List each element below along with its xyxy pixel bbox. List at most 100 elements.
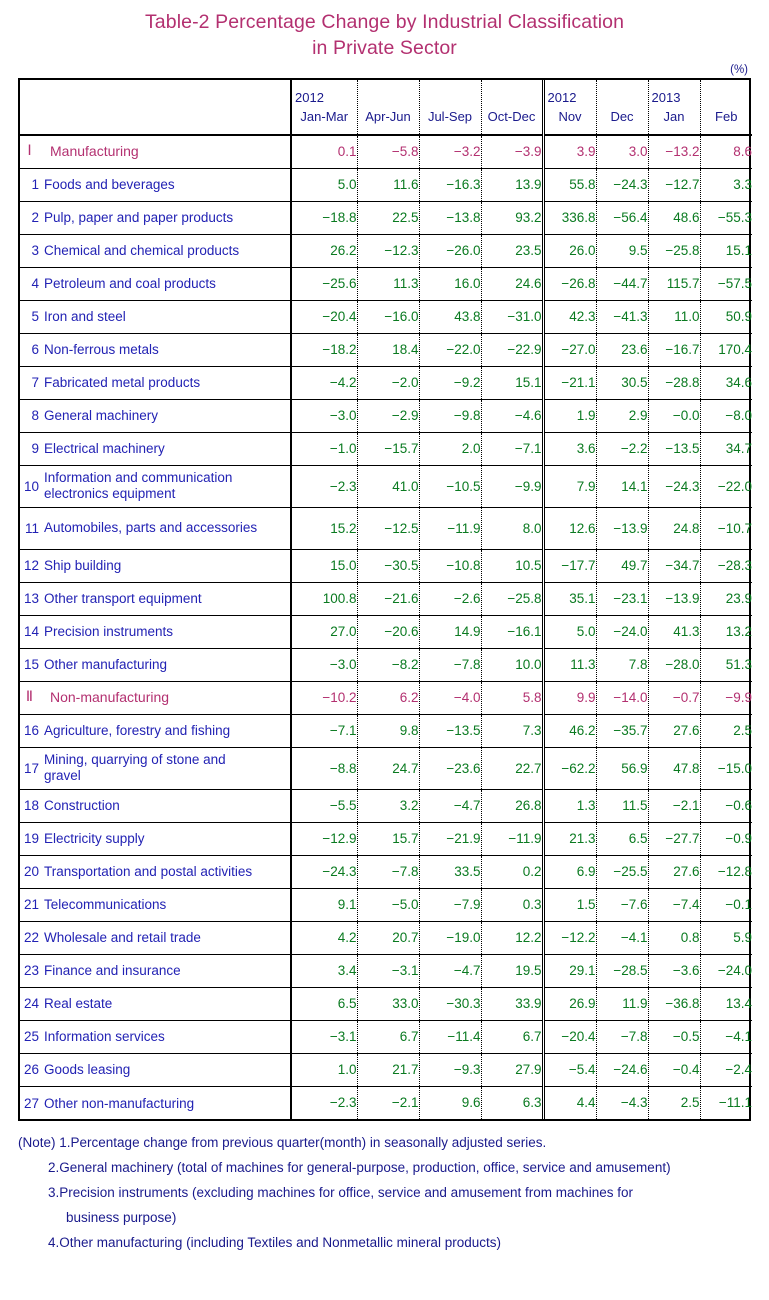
row-number: 10 bbox=[23, 478, 39, 494]
value-cell: 6.7 bbox=[356, 1019, 419, 1053]
value-cell: −11.1 bbox=[699, 1085, 752, 1119]
value-cell: −2.1 bbox=[647, 788, 700, 822]
value-cell: −0.1 bbox=[699, 887, 752, 921]
note-line: 4.Other manufacturing (including Textile… bbox=[48, 1235, 501, 1250]
value-cell: 3.6 bbox=[541, 431, 596, 465]
row-label-text: Goods leasing bbox=[44, 1062, 131, 1078]
value-cell: −13.5 bbox=[647, 431, 700, 465]
row-number: 13 bbox=[23, 591, 39, 607]
value-cell: −23.6 bbox=[418, 746, 481, 789]
table-row: 11 Automobiles, parts and accessories 15.2… bbox=[20, 506, 752, 549]
value-cell: −24.0 bbox=[699, 953, 752, 987]
value-cell: −2.3 bbox=[290, 464, 357, 507]
row-number: 8 bbox=[31, 408, 39, 424]
value-cell: −19.0 bbox=[418, 920, 481, 954]
value-cell: 26.8 bbox=[480, 788, 543, 822]
value-cell: −24.6 bbox=[595, 1052, 648, 1086]
row-label-cell: 7 Fabricated metal products bbox=[20, 365, 291, 399]
value-cell: 15.1 bbox=[699, 233, 752, 267]
value-cell: −11.4 bbox=[418, 1019, 481, 1053]
value-cell: 22.7 bbox=[480, 746, 543, 789]
row-label-text: Non-manufacturing bbox=[50, 689, 170, 705]
value-cell: −56.4 bbox=[595, 200, 648, 234]
row-label-text: Wholesale and retail trade bbox=[44, 930, 201, 946]
row-label-text: Other manufacturing bbox=[44, 657, 168, 673]
value-cell: −10.7 bbox=[699, 506, 752, 549]
value-cell: 1.3 bbox=[541, 788, 596, 822]
row-label-text: Precision instruments bbox=[44, 624, 174, 640]
value-cell: −62.2 bbox=[541, 746, 596, 789]
value-cell: 6.3 bbox=[480, 1085, 543, 1119]
value-cell: 11.3 bbox=[541, 647, 596, 681]
row-number: 12 bbox=[23, 558, 39, 574]
value-cell: −5.5 bbox=[290, 788, 357, 822]
header-blank-cell bbox=[20, 80, 291, 136]
row-label-text: Electrical machinery bbox=[44, 441, 165, 457]
value-cell: −2.0 bbox=[356, 365, 419, 399]
value-cell: 42.3 bbox=[541, 299, 596, 333]
value-cell: −0.6 bbox=[699, 788, 752, 822]
table-row: 7 Fabricated metal products −4.2 −2.0 −9.2 15… bbox=[20, 365, 752, 399]
value-cell: −13.8 bbox=[418, 200, 481, 234]
row-label-text: Other transport equipment bbox=[44, 591, 202, 607]
row-label-text: Chemical and chemical products bbox=[44, 243, 240, 259]
value-cell: −2.3 bbox=[290, 1085, 357, 1119]
value-cell: 336.8 bbox=[541, 200, 596, 234]
value-cell: 10.0 bbox=[480, 647, 543, 681]
value-cell: −0.5 bbox=[647, 1019, 700, 1053]
value-cell: −27.0 bbox=[541, 332, 596, 366]
header-col-jan: 2013 Jan bbox=[647, 80, 700, 136]
row-label-text: Mining, quarrying of stone and gravel bbox=[44, 752, 226, 783]
value-cell: 8.6 bbox=[699, 135, 752, 168]
value-cell: 100.8 bbox=[290, 581, 357, 615]
row-label-text: Iron and steel bbox=[44, 309, 126, 325]
value-cell: −28.8 bbox=[647, 365, 700, 399]
value-cell: −23.1 bbox=[595, 581, 648, 615]
row-label-cell: 21 Telecommunications bbox=[20, 887, 291, 921]
value-cell: 24.6 bbox=[480, 266, 543, 300]
value-cell: −22.0 bbox=[699, 464, 752, 507]
row-label-cell: 17 Mining, quarrying of stone and gravel bbox=[20, 746, 291, 789]
value-cell: −15.0 bbox=[699, 746, 752, 789]
title-line-2: in Private Sector bbox=[312, 37, 457, 59]
row-label-text: Ship building bbox=[44, 558, 122, 574]
value-cell: 20.7 bbox=[356, 920, 419, 954]
value-cell: −13.9 bbox=[647, 581, 700, 615]
value-cell: 49.7 bbox=[595, 548, 648, 582]
header-period: Apr-Jun bbox=[365, 108, 411, 124]
row-number: 2 bbox=[31, 210, 39, 226]
header-period: Nov bbox=[558, 108, 582, 124]
value-cell: −20.4 bbox=[290, 299, 357, 333]
value-cell: 5.0 bbox=[290, 167, 357, 201]
value-cell: 9.1 bbox=[290, 887, 357, 921]
value-cell: 6.5 bbox=[290, 986, 357, 1020]
row-label-cell: 16 Agriculture, forestry and fishing bbox=[20, 713, 291, 747]
header-year: 2012 bbox=[295, 89, 324, 105]
table-body: Ⅰ Manufacturing 0.1 −5.8 −3.2 −3.9 3.9 3.0 −13.2… bbox=[20, 135, 752, 1119]
value-cell: −3.9 bbox=[480, 135, 543, 168]
row-number: 22 bbox=[23, 930, 39, 946]
value-cell: 51.3 bbox=[699, 647, 752, 681]
row-label-text: Fabricated metal products bbox=[44, 375, 201, 391]
table-row: 22 Wholesale and retail trade 4.2 20.7 −19.0… bbox=[20, 920, 752, 954]
row-label-text: Information and communication electronic… bbox=[44, 470, 233, 501]
note-line: 2.General machinery (total of machines f… bbox=[48, 1160, 671, 1175]
value-cell: 14.9 bbox=[418, 614, 481, 648]
row-number: 25 bbox=[23, 1029, 39, 1045]
value-cell: 34.7 bbox=[699, 431, 752, 465]
table-header-row: 2012 Jan-Mar Apr-Jun Jul-Sep Oct-Dec 2012 N… bbox=[20, 80, 752, 136]
row-number: 11 bbox=[24, 520, 39, 536]
value-cell: 0.8 bbox=[647, 920, 700, 954]
value-cell: −11.9 bbox=[418, 506, 481, 549]
value-cell: −2.2 bbox=[595, 431, 648, 465]
value-cell: −0.9 bbox=[699, 821, 752, 855]
row-number: 1 bbox=[31, 177, 39, 193]
header-year: 2012 bbox=[547, 89, 577, 105]
value-cell: −36.8 bbox=[647, 986, 700, 1020]
value-cell: −3.2 bbox=[418, 135, 481, 168]
table-row: 2 Pulp, paper and paper products −18.8 22.5… bbox=[20, 200, 752, 234]
value-cell: 41.0 bbox=[356, 464, 419, 507]
note-line: 3.Precision instruments (excluding machi… bbox=[48, 1185, 634, 1200]
row-number: 17 bbox=[23, 760, 39, 776]
value-cell: 1.9 bbox=[541, 398, 596, 432]
